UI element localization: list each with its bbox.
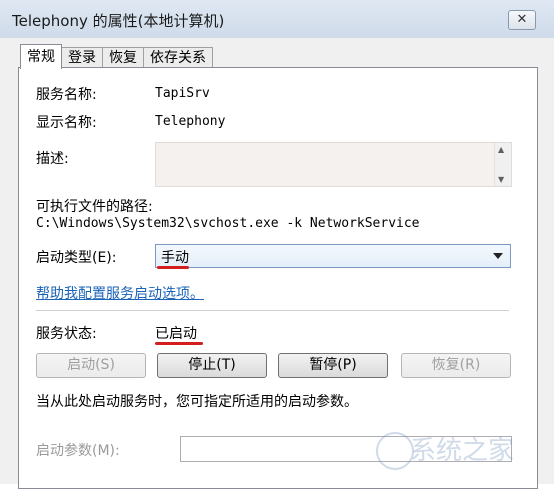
startup-type-value: 手动 (161, 250, 189, 266)
annotation-underline-startup (157, 266, 189, 269)
service-name-label: 服务名称: (36, 87, 97, 103)
tab-logon[interactable]: 登录 (61, 47, 103, 69)
service-status-label: 服务状态: (36, 326, 97, 342)
section-divider (36, 310, 509, 311)
startup-type-select[interactable]: 手动 (155, 244, 511, 268)
start-params-hint: 当从此处启动服务时，您可指定所适用的启动参数。 (36, 394, 358, 410)
tab-dependencies[interactable]: 依存关系 (143, 47, 213, 69)
startup-type-label: 启动类型(E): (36, 250, 117, 266)
tab-general[interactable]: 常规 (20, 44, 62, 69)
service-status-value: 已启动 (155, 326, 197, 342)
title-bar: Telephony 的属性(本地计算机) ✕ (0, 0, 554, 39)
service-name-value: TapiSrv (155, 86, 210, 101)
pause-button[interactable]: 暂停(P) (278, 353, 388, 378)
chevron-down-icon[interactable] (493, 253, 503, 259)
close-button[interactable]: ✕ (508, 10, 536, 30)
help-config-link[interactable]: 帮助我配置服务启动选项。 (36, 283, 204, 303)
start-button[interactable]: 启动(S) (36, 353, 146, 378)
display-name-value: Telephony (155, 114, 226, 129)
exe-path-label: 可执行文件的路径: (36, 199, 153, 215)
resume-button[interactable]: 恢复(R) (401, 353, 511, 378)
scroll-down-icon[interactable]: ▼ (498, 175, 504, 184)
description-label: 描述: (36, 151, 69, 167)
tab-recovery[interactable]: 恢复 (102, 47, 144, 69)
start-params-label: 启动参数(M): (36, 443, 120, 459)
description-scrollbar[interactable]: ▲ ▼ (494, 143, 511, 186)
scroll-up-icon[interactable]: ▲ (498, 145, 504, 154)
stop-button[interactable]: 停止(T) (157, 353, 267, 378)
watermark-text: 系统之家 (410, 436, 515, 466)
description-textbox[interactable]: ▲ ▼ (155, 142, 512, 187)
display-name-label: 显示名称: (36, 115, 97, 131)
exe-path-value: C:\Windows\System32\svchost.exe -k Netwo… (36, 216, 420, 231)
tab-strip: 常规 登录 恢复 依存关系 (20, 44, 213, 69)
watermark-logo-icon (376, 432, 414, 470)
annotation-underline-status (155, 342, 203, 345)
window-title: Telephony 的属性(本地计算机) (12, 12, 225, 30)
